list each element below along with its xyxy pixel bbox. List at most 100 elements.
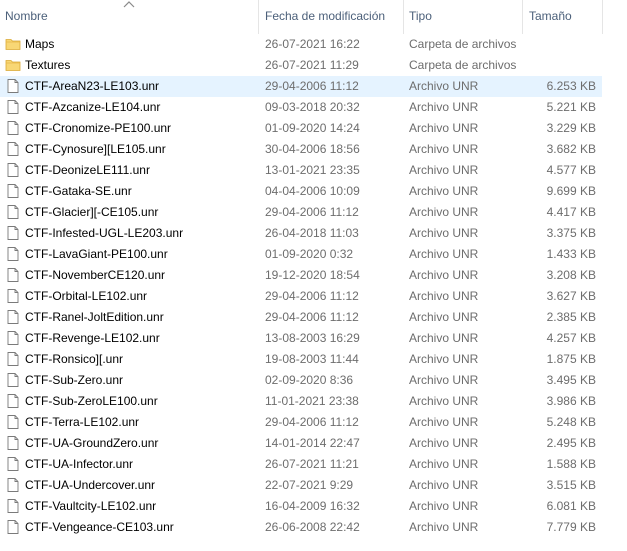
file-row[interactable]: CTF-Gataka-SE.unr 04-04-2006 10:09 Archivo… (0, 181, 602, 202)
column-header-size[interactable]: Tamaño (522, 0, 602, 34)
file-date-modified: 22-07-2021 9:29 (265, 478, 354, 492)
file-type: Archivo UNR (409, 121, 479, 135)
file-date-modified: 16-04-2009 16:32 (265, 499, 360, 513)
file-row[interactable]: CTF-UA-Infector.unr 26-07-2021 11:21 Archi… (0, 454, 602, 475)
file-row[interactable]: CTF-LavaGiant-PE100.unr 01-09-2020 0:32 Ar… (0, 244, 602, 265)
file-row[interactable]: CTF-NovemberCE120.unr 19-12-2020 18:54 Arc… (0, 265, 602, 286)
file-size: 3.208 KB (546, 268, 596, 282)
file-type: Archivo UNR (409, 310, 479, 324)
file-size: 6.081 KB (546, 499, 596, 513)
file-size: 3.627 KB (546, 289, 596, 303)
file-icon (5, 349, 21, 370)
folder-row[interactable]: Textures 26-07-2021 11:29 Carpeta de archi… (0, 55, 602, 76)
file-row[interactable]: CTF-Ronsico][.unr 19-08-2003 11:44 Archivo… (0, 349, 602, 370)
file-size: 5.248 KB (546, 415, 596, 429)
folder-icon (5, 34, 21, 55)
file-type: Carpeta de archivos (409, 58, 517, 72)
file-type: Archivo UNR (409, 331, 479, 345)
file-size: 3.229 KB (546, 121, 596, 135)
file-size: 3.682 KB (546, 142, 596, 156)
file-date-modified: 01-09-2020 14:24 (265, 121, 360, 135)
file-type: Archivo UNR (409, 142, 479, 156)
file-row[interactable]: CTF-Sub-Zero.unr 02-09-2020 8:36 Archivo U… (0, 370, 602, 391)
file-name: CTF-Cynosure][LE105.unr (25, 142, 166, 156)
file-size (522, 34, 596, 55)
file-type: Archivo UNR (409, 226, 479, 240)
file-type: Archivo UNR (409, 205, 479, 219)
file-icon (5, 454, 21, 475)
file-size: 4.417 KB (546, 205, 596, 219)
file-name: CTF-Sub-ZeroLE100.unr (25, 394, 158, 408)
file-row[interactable]: CTF-DeonizeLE111.unr 13-01-2021 23:35 Arch… (0, 160, 602, 181)
file-date-modified: 13-08-2003 16:29 (265, 331, 360, 345)
file-name: CTF-UA-GroundZero.unr (25, 436, 159, 450)
file-icon (5, 76, 21, 97)
file-date-modified: 02-09-2020 8:36 (265, 373, 354, 387)
file-type: Archivo UNR (409, 373, 479, 387)
file-icon (5, 412, 21, 433)
file-icon (5, 160, 21, 181)
file-row[interactable]: CTF-Sub-ZeroLE100.unr 11-01-2021 23:38 Arc… (0, 391, 602, 412)
file-icon (5, 517, 21, 538)
file-name: CTF-Infested-UGL-LE203.unr (25, 226, 184, 240)
file-icon (5, 286, 21, 307)
file-icon (5, 181, 21, 202)
file-row[interactable]: CTF-Cronomize-PE100.unr 01-09-2020 14:24 A… (0, 118, 602, 139)
file-date-modified: 01-09-2020 0:32 (265, 247, 354, 261)
file-size: 4.577 KB (546, 163, 596, 177)
file-type: Carpeta de archivos (409, 37, 517, 51)
column-divider[interactable] (602, 0, 603, 34)
file-date-modified: 26-04-2018 11:03 (265, 226, 359, 240)
file-date-modified: 09-03-2018 20:32 (265, 100, 360, 114)
file-row[interactable]: CTF-Terra-LE102.unr 29-04-2006 11:12 Archi… (0, 412, 602, 433)
file-row[interactable]: CTF-UA-GroundZero.unr 14-01-2014 22:47 Arc… (0, 433, 602, 454)
file-type: Archivo UNR (409, 499, 479, 513)
file-size: 3.375 KB (546, 226, 596, 240)
folder-icon (5, 55, 21, 76)
file-row[interactable]: CTF-Azcanize-LE104.unr 09-03-2018 20:32 Ar… (0, 97, 602, 118)
file-row[interactable]: CTF-UA-Undercover.unr 22-07-2021 9:29 Arch… (0, 475, 602, 496)
file-row[interactable]: CTF-Ranel-JoltEdition.unr 29-04-2006 11:1… (0, 307, 602, 328)
file-row[interactable]: CTF-Glacier][-CE105.unr 29-04-2006 11:12 A… (0, 202, 602, 223)
file-name: CTF-Terra-LE102.unr (25, 415, 140, 429)
file-date-modified: 29-04-2006 11:12 (265, 310, 359, 324)
file-size: 9.699 KB (546, 184, 596, 198)
folder-row[interactable]: Maps 26-07-2021 16:22 Carpeta de archivos (0, 34, 602, 55)
file-type: Archivo UNR (409, 436, 479, 450)
file-date-modified: 04-04-2006 10:09 (265, 184, 360, 198)
file-icon (5, 328, 21, 349)
file-type: Archivo UNR (409, 394, 479, 408)
file-size: 4.257 KB (546, 331, 596, 345)
file-icon (5, 475, 21, 496)
column-header-type[interactable]: Tipo (403, 0, 522, 34)
file-row[interactable]: CTF-Orbital-LE102.unr 29-04-2006 11:12 Arc… (0, 286, 602, 307)
file-date-modified: 29-04-2006 11:12 (265, 205, 359, 219)
file-name: CTF-Gataka-SE.unr (25, 184, 132, 198)
file-row[interactable]: CTF-Vengeance-CE103.unr 26-06-2008 22:42 A… (0, 517, 602, 538)
file-size (522, 55, 596, 76)
file-type: Archivo UNR (409, 268, 479, 282)
file-row[interactable]: CTF-AreaN23-LE103.unr 29-04-2006 11:12 Arc… (0, 76, 602, 97)
file-type: Archivo UNR (409, 100, 479, 114)
file-type: Archivo UNR (409, 79, 479, 93)
file-name: CTF-DeonizeLE111.unr (25, 163, 150, 177)
file-row[interactable]: CTF-Infested-UGL-LE203.unr 26-04-2018 11:… (0, 223, 602, 244)
column-header-date-modified[interactable]: Fecha de modificación (258, 0, 403, 34)
column-header-name[interactable]: Nombre (0, 0, 258, 34)
file-date-modified: 26-06-2008 22:42 (265, 520, 360, 534)
file-name: Textures (25, 58, 71, 72)
file-size: 3.515 KB (546, 478, 596, 492)
file-row[interactable]: CTF-Revenge-LE102.unr 13-08-2003 16:29 Arc… (0, 328, 602, 349)
file-name: CTF-Azcanize-LE104.unr (25, 100, 161, 114)
file-row[interactable]: CTF-Cynosure][LE105.unr 30-04-2006 18:56 A… (0, 139, 602, 160)
file-row[interactable]: CTF-Vaultcity-LE102.unr 16-04-2009 16:32 A… (0, 496, 602, 517)
file-date-modified: 29-04-2006 11:12 (265, 289, 359, 303)
file-icon (5, 370, 21, 391)
file-icon (5, 433, 21, 454)
file-name: CTF-UA-Undercover.unr (25, 478, 156, 492)
file-date-modified: 26-07-2021 16:22 (265, 37, 360, 51)
file-icon (5, 265, 21, 286)
file-date-modified: 11-01-2021 23:38 (265, 394, 359, 408)
file-type: Archivo UNR (409, 520, 479, 534)
file-name: CTF-Ronsico][.unr (25, 352, 124, 366)
